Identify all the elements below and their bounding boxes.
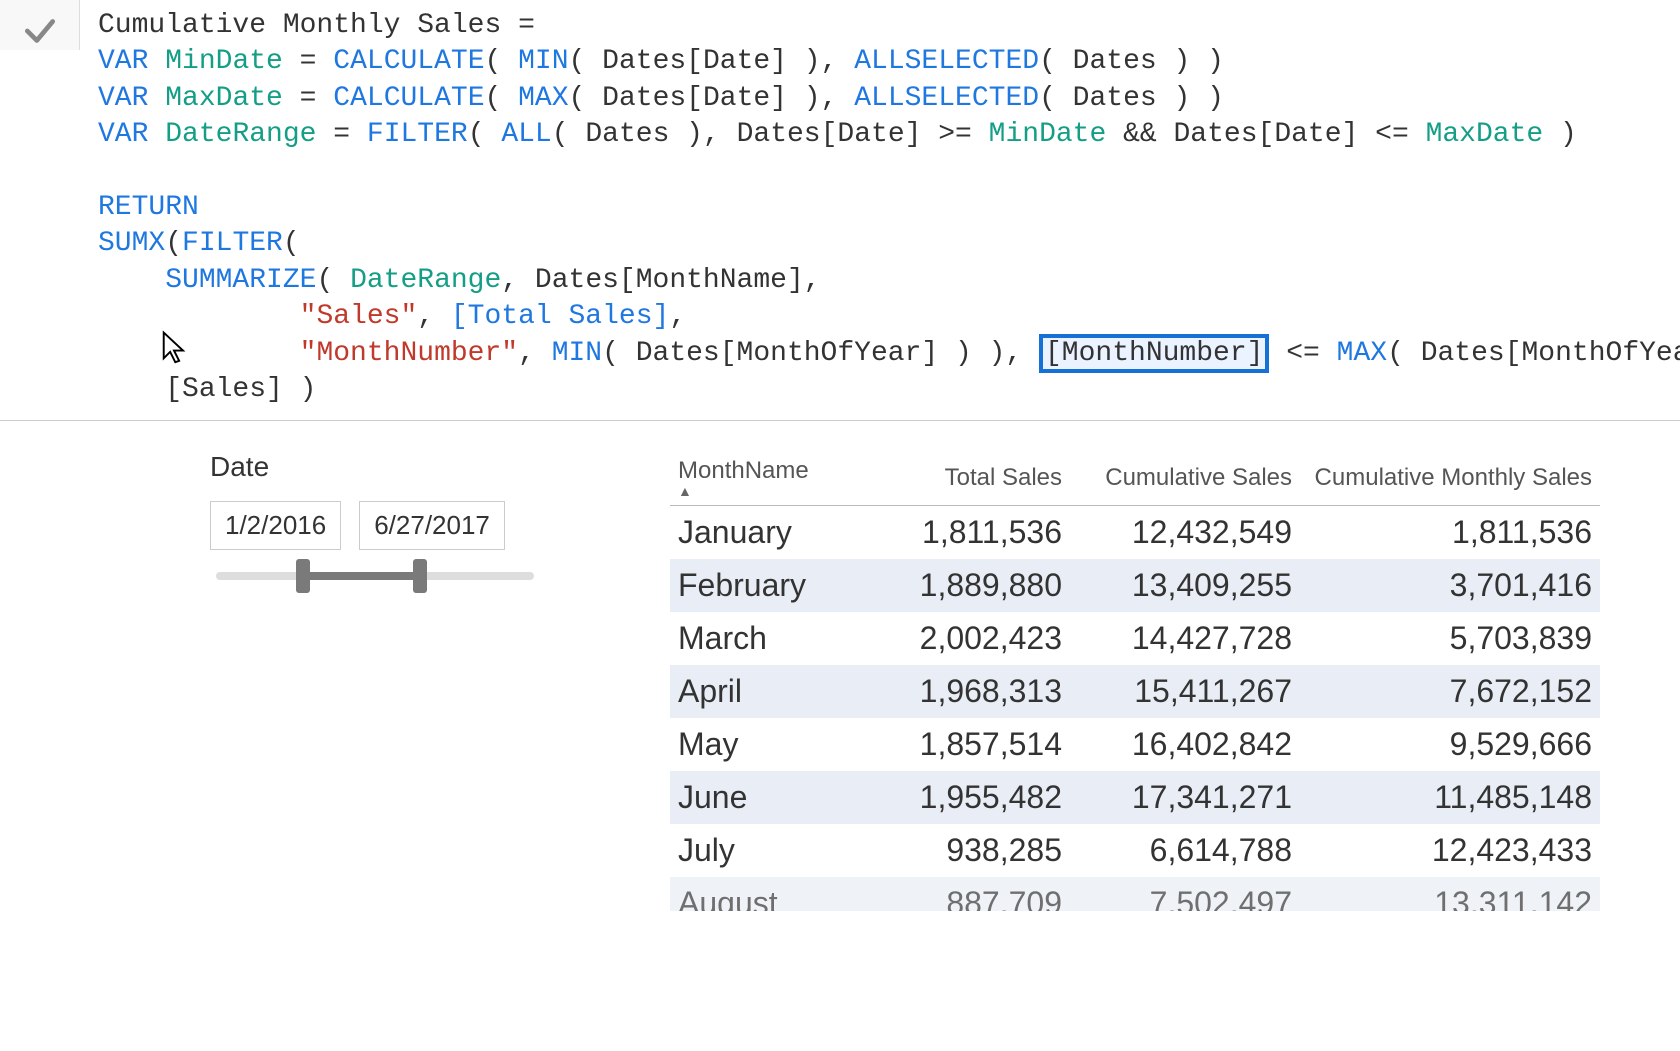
cell-cum: 13,409,255 xyxy=(1070,563,1300,608)
cell-total: 938,285 xyxy=(870,828,1070,873)
cell-month: June xyxy=(670,775,870,820)
cell-total: 1,955,482 xyxy=(870,775,1070,820)
date-slider-thumb-to[interactable] xyxy=(413,559,427,593)
checkmark-icon xyxy=(21,12,59,50)
cell-cmon: 7,672,152 xyxy=(1300,669,1600,714)
table-row[interactable]: April1,968,31315,411,2677,672,152 xyxy=(670,665,1600,718)
cell-cmon: 9,529,666 xyxy=(1300,722,1600,767)
cell-cum: 7,502,497 xyxy=(1070,881,1300,911)
table-row[interactable]: June1,955,48217,341,27111,485,148 xyxy=(670,771,1600,824)
cell-cum: 12,432,549 xyxy=(1070,510,1300,555)
cell-total: 887,709 xyxy=(870,881,1070,911)
col-header-total[interactable]: Total Sales xyxy=(870,464,1070,492)
table-row[interactable]: May1,857,51416,402,8429,529,666 xyxy=(670,718,1600,771)
col-header-month[interactable]: MonthName ▲ xyxy=(670,457,870,499)
cell-cmon: 5,703,839 xyxy=(1300,616,1600,661)
cell-month: April xyxy=(670,669,870,714)
cell-month: August xyxy=(670,881,870,911)
formula-bar: Cumulative Monthly Sales = VAR MinDate =… xyxy=(0,0,1680,421)
cell-cum: 14,427,728 xyxy=(1070,616,1300,661)
cell-cmon: 3,701,416 xyxy=(1300,563,1600,608)
cell-total: 1,889,880 xyxy=(870,563,1070,608)
date-from-input[interactable]: 1/2/2016 xyxy=(210,501,341,550)
cell-total: 1,811,536 xyxy=(870,510,1070,555)
highlighted-token: [MonthNumber] xyxy=(1039,334,1269,373)
col-header-cum[interactable]: Cumulative Sales xyxy=(1070,464,1300,492)
cropped-title: um xyxy=(0,451,80,1051)
cell-month: January xyxy=(670,510,870,555)
cell-month: March xyxy=(670,616,870,661)
measure-name: Cumulative Monthly Sales xyxy=(98,10,501,41)
cell-month: July xyxy=(670,828,870,873)
sales-table[interactable]: MonthName ▲ Total Sales Cumulative Sales… xyxy=(670,451,1600,911)
cell-cum: 17,341,271 xyxy=(1070,775,1300,820)
commit-formula-button[interactable] xyxy=(0,0,80,50)
cell-month: February xyxy=(670,563,870,608)
cell-cmon: 1,811,536 xyxy=(1300,510,1600,555)
cell-cmon: 11,485,148 xyxy=(1300,775,1600,820)
col-header-cmon[interactable]: Cumulative Monthly Sales xyxy=(1300,464,1600,492)
cell-cmon: 13,311,142 xyxy=(1300,881,1600,911)
table-row[interactable]: March2,002,42314,427,7285,703,839 xyxy=(670,612,1600,665)
date-slider-track[interactable] xyxy=(216,572,534,580)
cell-total: 1,857,514 xyxy=(870,722,1070,767)
cell-cum: 16,402,842 xyxy=(1070,722,1300,767)
sort-asc-icon: ▲ xyxy=(678,483,862,499)
table-header-row: MonthName ▲ Total Sales Cumulative Sales… xyxy=(670,451,1600,506)
cell-month: May xyxy=(670,722,870,767)
formula-editor[interactable]: Cumulative Monthly Sales = VAR MinDate =… xyxy=(80,0,1680,420)
table-row[interactable]: January1,811,53612,432,5491,811,536 xyxy=(670,506,1600,559)
table-row[interactable]: February1,889,88013,409,2553,701,416 xyxy=(670,559,1600,612)
report-canvas: um Date 1/2/2016 6/27/2017 MonthName ▲ T… xyxy=(0,421,1680,1051)
cell-cum: 6,614,788 xyxy=(1070,828,1300,873)
cell-cmon: 12,423,433 xyxy=(1300,828,1600,873)
cell-total: 2,002,423 xyxy=(870,616,1070,661)
date-slider-fill xyxy=(299,572,420,580)
date-slider-thumb-from[interactable] xyxy=(296,559,310,593)
slicer-label: Date xyxy=(210,451,540,483)
table-row[interactable]: August887,7097,502,49713,311,142 xyxy=(670,877,1600,911)
date-to-input[interactable]: 6/27/2017 xyxy=(359,501,505,550)
table-row[interactable]: July938,2856,614,78812,423,433 xyxy=(670,824,1600,877)
cell-total: 1,968,313 xyxy=(870,669,1070,714)
cell-cum: 15,411,267 xyxy=(1070,669,1300,714)
date-slicer[interactable]: Date 1/2/2016 6/27/2017 xyxy=(210,451,540,580)
